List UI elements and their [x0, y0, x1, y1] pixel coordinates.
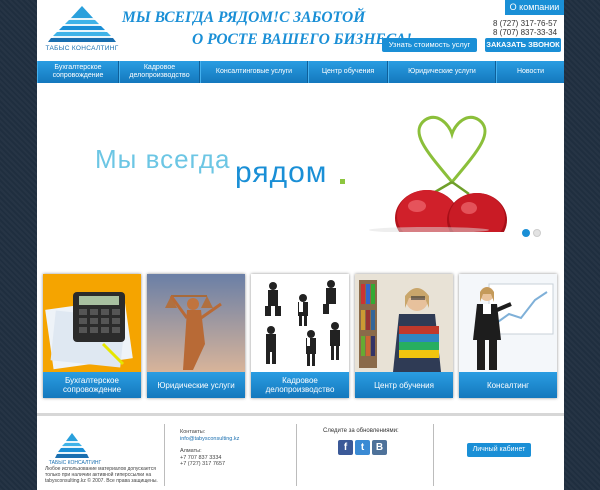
- hero-banner: Мы всегда рядом: [37, 84, 564, 254]
- footer-divider: [433, 424, 434, 486]
- student-books-image: [355, 274, 453, 372]
- request-call-button[interactable]: ЗАКАЗАТЬ ЗВОНОК: [485, 38, 561, 52]
- nav-item-accounting[interactable]: Бухгалтерское сопровождение: [37, 61, 119, 83]
- twitter-icon[interactable]: t: [355, 440, 370, 455]
- tile-label: Центр обучения: [355, 372, 453, 398]
- nav-item-legal[interactable]: Юридические услуги: [388, 61, 496, 83]
- phone-2: 8 (707) 837-33-34: [493, 28, 558, 37]
- footer-divider: [296, 424, 297, 486]
- slogan-line-2: О РОСТЕ ВАШЕГО БИЗНЕСА!: [192, 31, 412, 48]
- nav-item-consulting[interactable]: Консалтинговые услуги: [200, 61, 308, 83]
- personal-cabinet-button[interactable]: Личный кабинет: [467, 443, 531, 457]
- footer-contacts: Контакты: info@tabysconsulting.kz Алматы…: [180, 429, 239, 468]
- pyramid-logo-icon: [48, 6, 116, 42]
- contact-phone-2: +7 (727) 317 7657: [180, 461, 226, 467]
- main-nav: Бухгалтерское сопровождение Кадровое дел…: [37, 61, 564, 83]
- logo[interactable]: ТАБЫС КОНСАЛТИНГ: [41, 4, 123, 56]
- header: ТАБЫС КОНСАЛТИНГ МЫ ВСЕГДА РЯДОМ!С ЗАБОТ…: [37, 0, 564, 60]
- slogan-line-1: МЫ ВСЕГДА РЯДОМ!С ЗАБОТОЙ: [122, 9, 366, 26]
- tile-training[interactable]: Центр обучения: [355, 274, 453, 398]
- footer: ТАБЫС КОНСАЛТИНГ Любое использование мат…: [37, 413, 564, 490]
- footer-logo-icon[interactable]: [52, 432, 92, 460]
- service-tiles: Бухгалтерское сопровождение Юридические …: [43, 274, 558, 398]
- phone-1: 8 (727) 317-76-57: [493, 19, 558, 28]
- vkontakte-icon[interactable]: B: [372, 440, 387, 455]
- nav-item-news[interactable]: Новости: [496, 61, 564, 83]
- tile-consulting[interactable]: Консалтинг: [459, 274, 557, 398]
- about-company-button[interactable]: О компании: [505, 0, 564, 15]
- tile-legal[interactable]: Юридические услуги: [147, 274, 245, 398]
- presenter-whiteboard-image: [459, 274, 557, 372]
- page: ТАБЫС КОНСАЛТИНГ МЫ ВСЕГДА РЯДОМ!С ЗАБОТ…: [37, 0, 564, 490]
- slider-dot[interactable]: [533, 229, 541, 237]
- service-cost-button[interactable]: Узнать стоимость услуг: [382, 38, 477, 52]
- banner-dot: [340, 179, 345, 184]
- email-link[interactable]: info@tabysconsulting.kz: [180, 436, 239, 443]
- tile-hr[interactable]: Кадровое делопроизводство: [251, 274, 349, 398]
- themis-statue-image: [147, 274, 245, 372]
- calculator-documents-image: [43, 274, 141, 372]
- follow-text: Следите за обновлениями:: [323, 428, 399, 434]
- logo-text: ТАБЫС КОНСАЛТИНГ: [45, 45, 119, 52]
- tile-label: Консалтинг: [459, 372, 557, 398]
- tile-accounting[interactable]: Бухгалтерское сопровождение: [43, 274, 141, 398]
- nav-item-training[interactable]: Центр обучения: [308, 61, 388, 83]
- footer-divider: [164, 424, 165, 486]
- footer-legal: Любое использование материалов допускает…: [45, 466, 158, 484]
- cherries-heart-image: [369, 115, 507, 232]
- tile-label: Юридические услуги: [147, 372, 245, 398]
- business-people-image: [251, 274, 349, 372]
- banner-text-bold: рядом: [235, 156, 328, 189]
- slider-dot-active[interactable]: [522, 229, 530, 237]
- nav-item-hr[interactable]: Кадровое делопроизводство: [119, 61, 200, 83]
- tile-label: Кадровое делопроизводство: [251, 372, 349, 398]
- banner-text-light: Мы всегда: [95, 144, 231, 174]
- facebook-icon[interactable]: f: [338, 440, 353, 455]
- tile-label: Бухгалтерское сопровождение: [43, 372, 141, 398]
